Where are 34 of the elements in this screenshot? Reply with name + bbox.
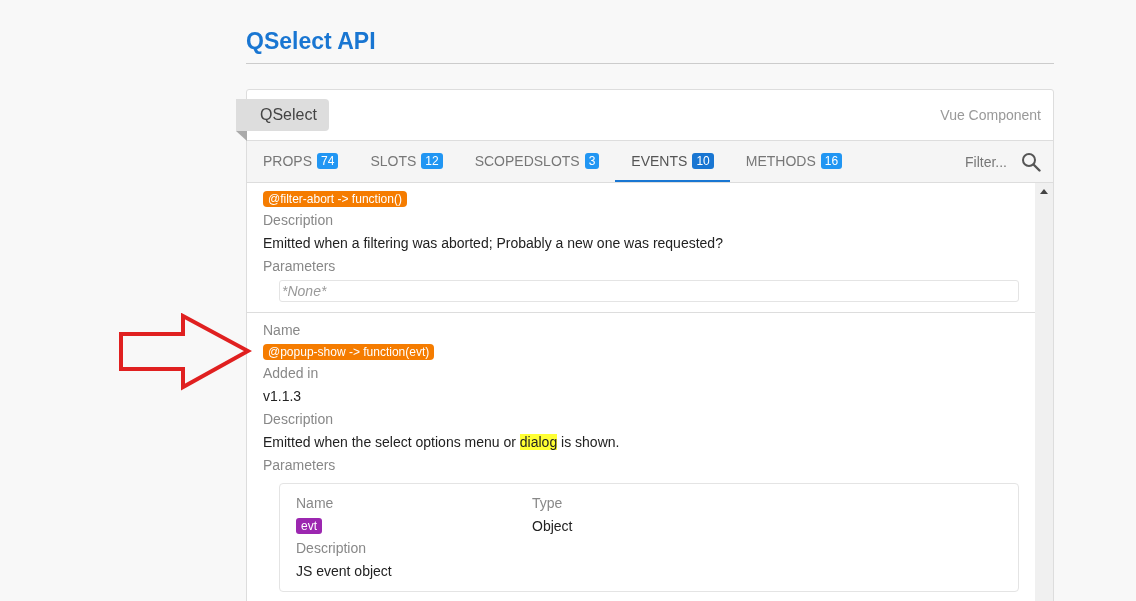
count-badge: 16 — [820, 152, 843, 169]
count-badge: 10 — [692, 152, 714, 169]
field-value: Emitted when the select options menu or dialog is shown. — [263, 433, 620, 452]
field-label: Added in — [263, 364, 319, 383]
field-value: JS event object — [296, 562, 392, 581]
field-label: Description — [296, 539, 367, 558]
parameter-name-badge: evt — [296, 518, 322, 534]
component-tag: QSelect — [236, 99, 329, 131]
tab[interactable]: EVENTS 10 — [615, 141, 730, 182]
component-type-label: Vue Component — [940, 107, 1041, 123]
field-value: Object — [532, 517, 573, 536]
tab[interactable]: SCOPEDSLOTS 3 — [458, 141, 616, 182]
tab[interactable]: METHODS 16 — [729, 141, 859, 182]
empty-parameters: *None* — [279, 280, 1019, 302]
field-label: Description — [263, 211, 334, 230]
filter-field[interactable]: Filter... — [965, 153, 1015, 170]
field-label: Description — [263, 410, 334, 429]
field-label: Name — [263, 321, 301, 340]
page-title: QSelect API — [246, 28, 1054, 64]
field-label: Parameters — [263, 257, 336, 276]
event-signature-badge: @filter-abort -> function() — [263, 191, 407, 207]
search-icon[interactable] — [1021, 151, 1041, 172]
field-label: Name — [296, 494, 334, 513]
field-label: Parameters — [263, 456, 336, 475]
tab[interactable]: PROPS 74 — [247, 141, 355, 182]
field-label: Type — [532, 494, 563, 513]
tab[interactable]: SLOTS 12 — [354, 141, 459, 182]
scroll-up-icon[interactable] — [1040, 189, 1048, 194]
count-badge: 12 — [421, 152, 443, 169]
field-value: Emitted when a filtering was aborted; Probably a new one was requested? — [263, 234, 723, 253]
count-badge: 74 — [317, 152, 339, 169]
count-badge: 3 — [584, 152, 600, 169]
event-signature-badge: @popup-show -> function(evt) — [263, 344, 435, 360]
field-value: v1.1.3 — [263, 387, 302, 406]
